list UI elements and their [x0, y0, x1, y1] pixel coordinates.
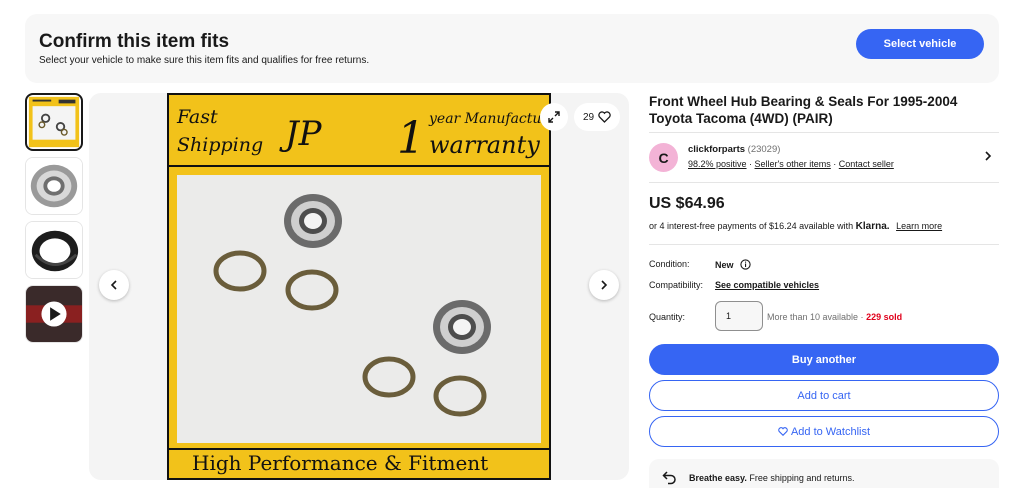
klarna-logo: Klarna.	[855, 221, 890, 232]
main-product-image[interactable]: Fast Shipping JP 1 year Manufacture warr…	[89, 93, 629, 480]
heart-icon	[598, 111, 611, 123]
add-to-watchlist-label: Add to Watchlist	[790, 425, 871, 438]
breathe-easy-heading: Breathe easy.	[689, 473, 747, 483]
expand-icon	[548, 111, 560, 123]
heart-icon	[778, 427, 788, 436]
seller-card[interactable]: C clickforparts (23029) 98.2% positive ·…	[649, 141, 999, 179]
seller-name[interactable]: clickforparts	[688, 144, 745, 155]
image-text-logo: JP	[279, 114, 323, 154]
divider	[649, 132, 999, 133]
seller-positive-link[interactable]: 98.2% positive	[688, 159, 747, 169]
quantity-available: More than 10 available ·	[767, 312, 864, 322]
klarna-payment-info: or 4 interest-free payments of $16.24 av…	[649, 221, 942, 232]
sold-count: 229 sold	[866, 312, 903, 322]
condition-label: Condition:	[649, 259, 690, 269]
image-text-warranty: warranty	[429, 131, 540, 159]
next-image-button[interactable]	[589, 270, 619, 300]
quantity-input[interactable]: 1	[715, 301, 763, 331]
see-compatible-vehicles-link[interactable]: See compatible vehicles	[715, 280, 819, 290]
item-price: US $64.96	[649, 195, 725, 212]
previous-image-button[interactable]	[99, 270, 129, 300]
condition-value: New	[715, 259, 734, 270]
item-title: Front Wheel Hub Bearing & Seals For 1995…	[649, 94, 958, 126]
info-icon[interactable]	[739, 259, 751, 270]
fit-banner-subtitle: Select your vehicle to make sure this it…	[39, 55, 370, 66]
thumbnail-oil-seal[interactable]	[25, 221, 83, 279]
seller-avatar: C	[649, 143, 678, 172]
compatibility-label: Compatibility:	[649, 280, 704, 290]
thumbnail-wheel-bearing[interactable]	[25, 157, 83, 215]
image-text-fast: Fast	[176, 106, 218, 128]
watch-count: 29	[582, 111, 595, 123]
klarna-learn-more-link[interactable]: Learn more	[896, 221, 942, 231]
breathe-easy-text: Free shipping and returns.	[749, 473, 855, 483]
divider	[649, 244, 999, 245]
image-text-one: 1	[397, 113, 425, 164]
confirm-fit-banner: Confirm this item fits Select your vehic…	[25, 14, 999, 83]
thumbnail-product-collage[interactable]	[25, 93, 83, 151]
chevron-right-icon	[985, 151, 992, 161]
klarna-text: or 4 interest-free payments of $16.24 av…	[649, 221, 854, 231]
shipping-returns-banner: Breathe easy. Free shipping and returns.	[649, 459, 999, 488]
image-text-year: year Manufacture	[428, 111, 552, 127]
expand-image-button[interactable]	[540, 103, 568, 131]
quantity-label: Quantity:	[649, 312, 686, 322]
bearing-illustration	[433, 300, 491, 354]
select-vehicle-button[interactable]: Select vehicle	[856, 29, 984, 59]
chevron-right-icon	[601, 280, 608, 290]
bearing-illustration	[284, 194, 342, 248]
return-arrow-icon	[662, 471, 676, 485]
divider	[649, 182, 999, 183]
seller-other-items-link[interactable]: Seller's other items	[755, 159, 831, 169]
thumbnail-list	[25, 93, 84, 349]
image-text-shipping: Shipping	[177, 134, 263, 156]
buy-another-button[interactable]: Buy another	[649, 344, 999, 375]
product-photo: Fast Shipping JP 1 year Manufacture warr…	[167, 93, 552, 480]
chevron-left-icon	[110, 280, 117, 290]
watch-count-button[interactable]: 29	[574, 103, 620, 131]
add-to-watchlist-button[interactable]: Add to Watchlist	[649, 416, 999, 447]
seller-feedback-count: (23029)	[747, 144, 781, 155]
item-info-panel: Front Wheel Hub Bearing & Seals For 1995…	[649, 93, 999, 488]
thumbnail-video[interactable]	[25, 285, 83, 343]
fit-banner-title: Confirm this item fits	[39, 31, 230, 52]
contact-seller-link[interactable]: Contact seller	[839, 159, 894, 169]
add-to-cart-button[interactable]: Add to cart	[649, 380, 999, 411]
image-text-footer: High Performance & Fitment	[192, 451, 488, 475]
